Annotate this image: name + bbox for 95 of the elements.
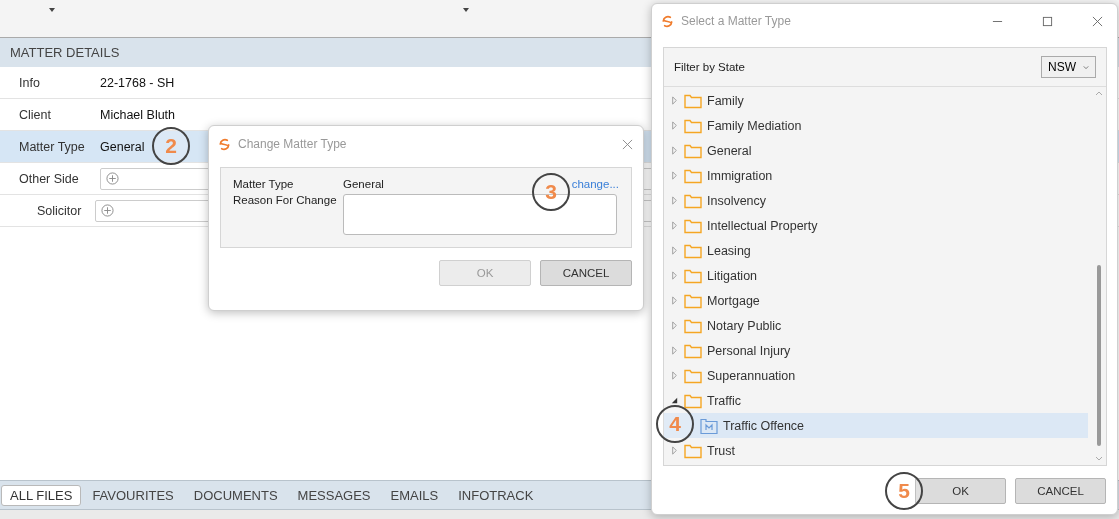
expand-arrow-icon[interactable] <box>670 221 679 230</box>
step-number-callout: 4 <box>656 405 694 443</box>
expand-arrow-icon[interactable] <box>670 121 679 130</box>
tree-item[interactable]: Superannuation <box>664 363 1088 388</box>
state-dropdown[interactable]: NSW <box>1041 56 1096 78</box>
folder-icon <box>684 342 702 359</box>
folder-icon <box>684 242 702 259</box>
tab[interactable]: EMAILS <box>381 484 448 506</box>
logo-icon <box>217 136 232 152</box>
tree-item-label: Notary Public <box>707 318 782 333</box>
chevron-down-icon <box>1083 64 1089 70</box>
tree-item[interactable]: Immigration <box>664 163 1088 188</box>
field-value: General <box>343 178 384 190</box>
field-label: Client <box>18 107 52 122</box>
expand-arrow-icon[interactable] <box>670 246 679 255</box>
dialog-title: Select a Matter Type <box>681 14 791 28</box>
section-title: MATTER DETAILS <box>10 45 120 60</box>
tree-item-label: Family Mediation <box>707 118 802 133</box>
tree-item-label: Personal Injury <box>707 343 791 358</box>
tree-item-label: General <box>707 143 752 158</box>
field-label: Reason For Change <box>233 194 338 206</box>
step-number-callout: 5 <box>885 472 923 510</box>
tree-item[interactable]: Litigation <box>664 263 1088 288</box>
tree-item-label: Traffic Offence <box>723 418 805 433</box>
ok-button[interactable]: OK <box>915 478 1006 504</box>
tab[interactable]: FAVOURITES <box>83 484 183 506</box>
field-label: Other Side <box>18 171 80 186</box>
tree-item[interactable]: Personal Injury <box>664 338 1088 363</box>
document-type-icon <box>700 417 718 434</box>
expand-arrow-icon[interactable] <box>670 321 679 330</box>
tree-item[interactable]: General <box>664 138 1088 163</box>
tab[interactable]: DOCUMENTS <box>184 484 287 506</box>
folder-icon <box>684 442 702 459</box>
logo-icon <box>660 13 675 29</box>
tree-item[interactable]: Intellectual Property <box>664 213 1088 238</box>
expand-arrow-icon[interactable] <box>670 296 679 305</box>
tree-item[interactable]: Notary Public <box>664 313 1088 338</box>
expand-arrow-icon[interactable] <box>670 371 679 380</box>
field-value: 22-1768 - SH <box>100 75 175 90</box>
scroll-up-icon[interactable] <box>1095 91 1103 96</box>
folder-icon <box>684 267 702 284</box>
tree-item[interactable]: Insolvency <box>664 188 1088 213</box>
field-label: Info <box>18 75 41 90</box>
folder-icon <box>684 142 702 159</box>
expand-arrow-icon[interactable] <box>670 146 679 155</box>
tree-item-label: Superannuation <box>707 368 796 383</box>
add-icon[interactable] <box>101 204 114 217</box>
step-number-callout: 2 <box>152 127 190 165</box>
tree-item-label: Mortgage <box>707 293 760 308</box>
cancel-button[interactable]: CANCEL <box>1015 478 1106 504</box>
tree-item-label: Litigation <box>707 268 758 283</box>
field-value: General <box>100 139 145 154</box>
field-label: Matter Type <box>18 139 86 154</box>
expanded-arrow-icon[interactable] <box>670 396 679 405</box>
tree-item-label: Traffic <box>707 393 742 408</box>
expand-arrow-icon[interactable] <box>670 171 679 180</box>
step-number-callout: 3 <box>532 173 570 211</box>
folder-icon <box>684 192 702 209</box>
folder-icon <box>684 317 702 334</box>
expand-arrow-icon[interactable] <box>670 346 679 355</box>
tab[interactable]: INFOTRACK <box>449 484 543 506</box>
close-icon[interactable] <box>1092 15 1103 27</box>
caret-icon[interactable] <box>463 8 469 12</box>
tab[interactable]: ALL FILES <box>1 484 82 506</box>
folder-icon <box>684 167 702 184</box>
change-link[interactable]: change... <box>571 178 619 190</box>
tree-item-label: Insolvency <box>707 193 767 208</box>
dialog-title: Change Matter Type <box>238 137 347 151</box>
folder-icon <box>684 367 702 384</box>
scrollbar-thumb[interactable] <box>1097 265 1101 446</box>
folder-icon <box>684 292 702 309</box>
field-label: Solicitor <box>36 203 83 218</box>
expand-arrow-icon[interactable] <box>670 446 679 455</box>
tree-item-label: Intellectual Property <box>707 218 818 233</box>
expand-arrow-icon[interactable] <box>670 96 679 105</box>
tree-item-label: Trust <box>707 443 735 458</box>
tree-item-label: Immigration <box>707 168 773 183</box>
cancel-button[interactable]: CANCEL <box>540 260 632 286</box>
folder-icon <box>684 392 702 409</box>
expand-arrow-icon[interactable] <box>670 271 679 280</box>
field-value: Michael Bluth <box>100 107 176 122</box>
tab[interactable]: MESSAGES <box>288 484 380 506</box>
folder-icon <box>684 92 702 109</box>
close-icon[interactable] <box>622 138 633 150</box>
folder-icon <box>684 217 702 234</box>
folder-icon <box>684 117 702 134</box>
tree-item[interactable]: Leasing <box>664 238 1088 263</box>
maximize-icon[interactable] <box>1042 15 1053 27</box>
add-icon[interactable] <box>106 172 119 185</box>
tree-item-label: Leasing <box>707 243 751 258</box>
expand-arrow-icon[interactable] <box>670 196 679 205</box>
tree-item[interactable]: Mortgage <box>664 288 1088 313</box>
field-label: Matter Type <box>233 178 295 190</box>
scroll-down-icon[interactable] <box>1095 456 1103 461</box>
caret-icon[interactable] <box>49 8 55 12</box>
